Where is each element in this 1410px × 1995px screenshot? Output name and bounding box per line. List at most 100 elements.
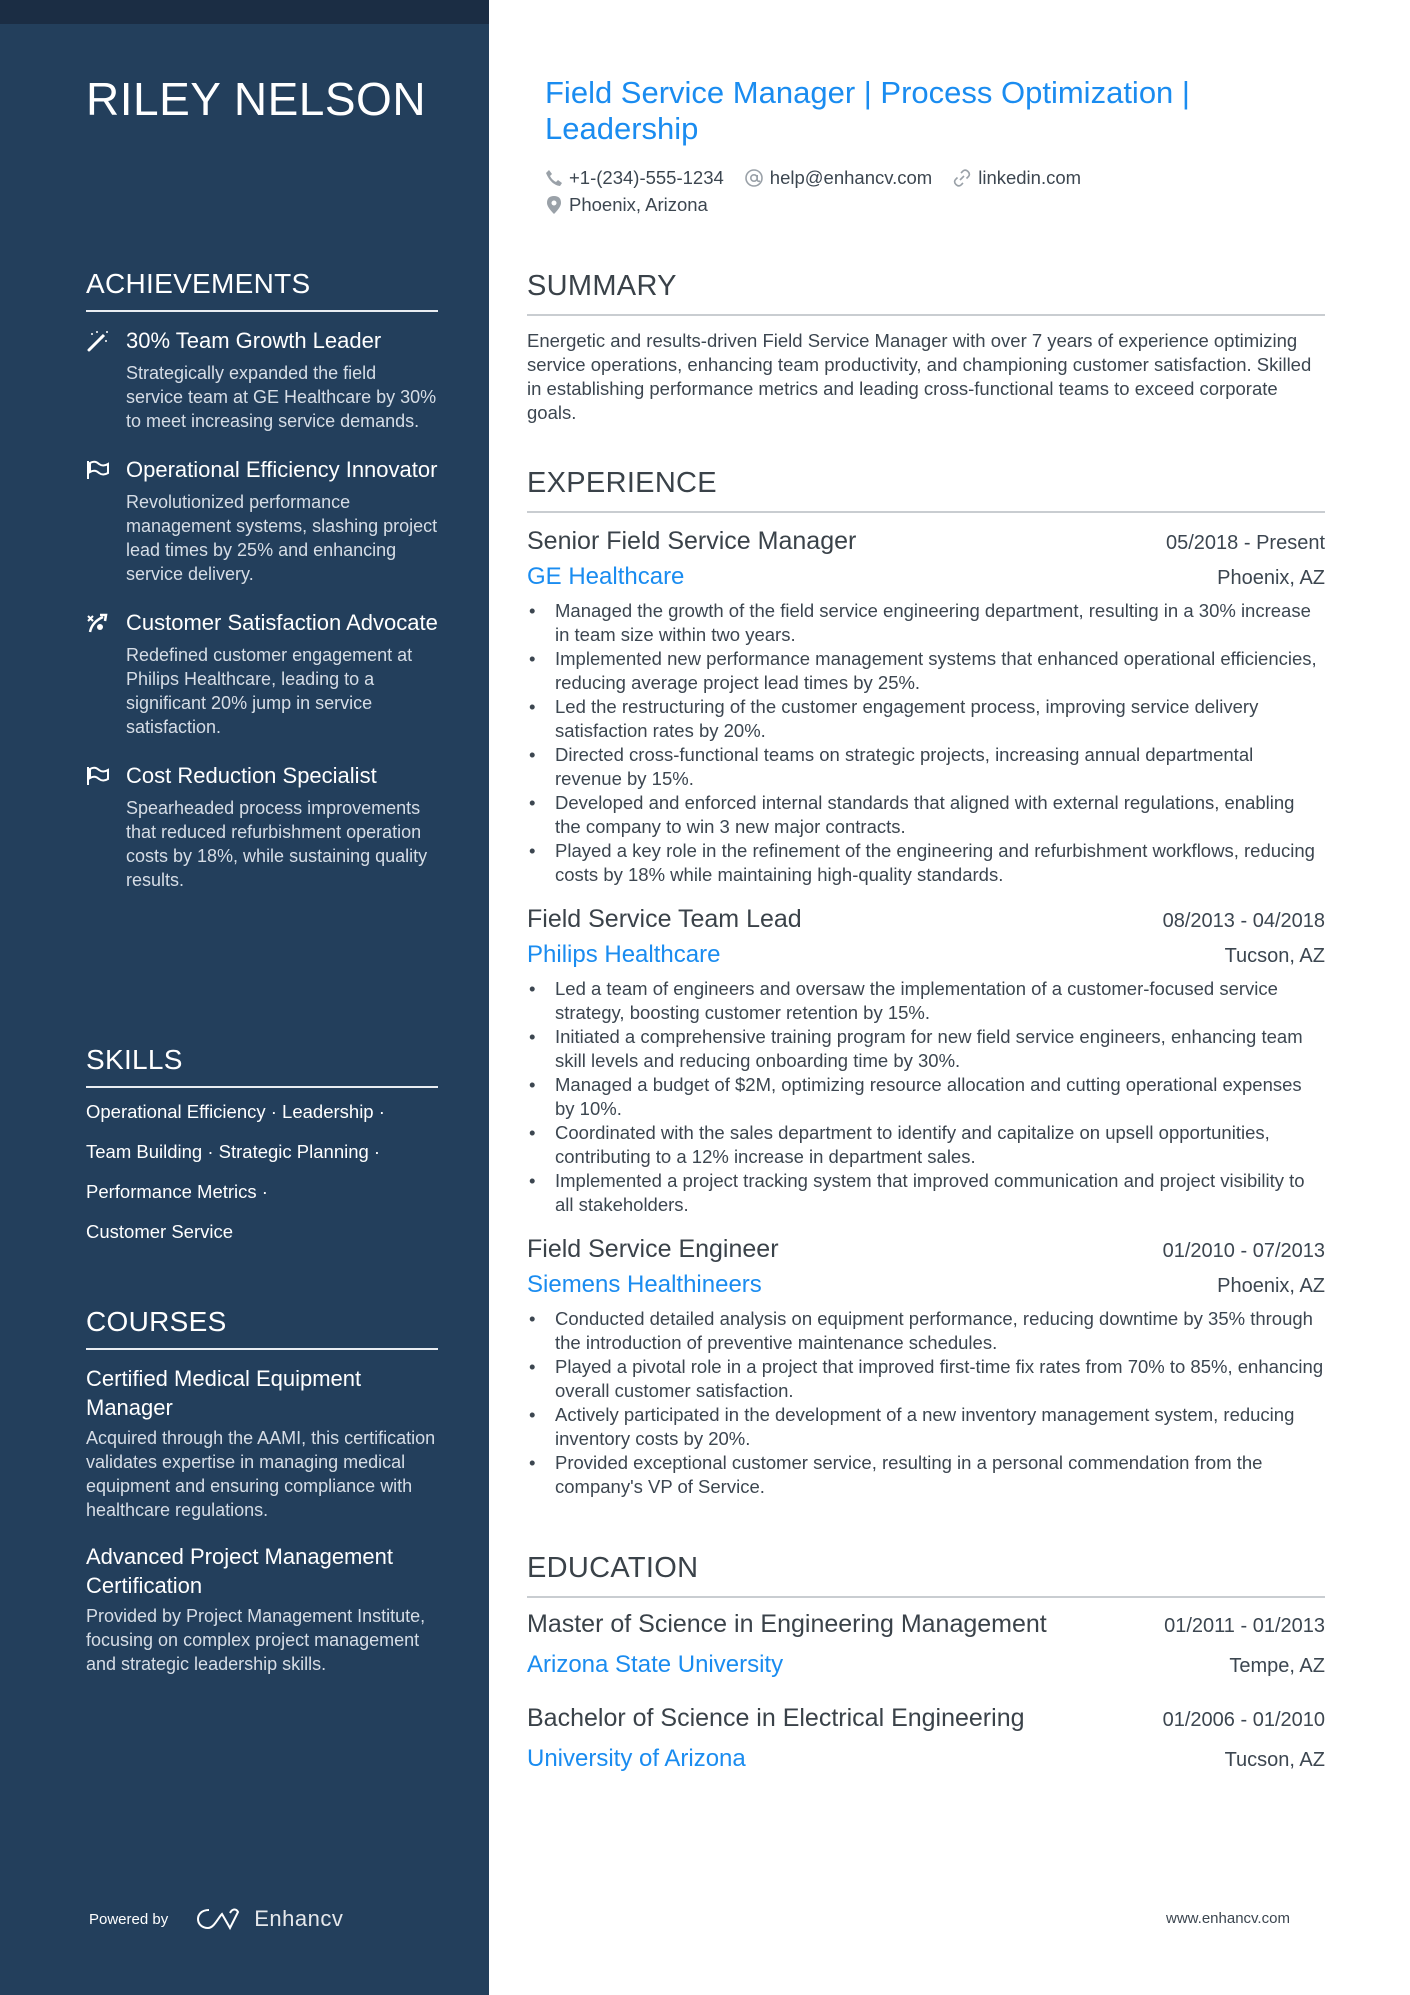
degree: Master of Science in Engineering Managem… [527, 1610, 1047, 1638]
enhancv-brand-name: Enhancv [254, 1906, 344, 1931]
job-entry: Field Service Engineer 01/2010 - 07/2013… [527, 1231, 1325, 1499]
job-company: Siemens Healthineers [527, 1271, 762, 1298]
sidebar: RILEY NELSON ACHIEVEMENTS 30% Team Growt… [0, 0, 489, 1995]
job-bullet: Conducted detailed analysis on equipment… [527, 1307, 1325, 1355]
contact-link[interactable]: linkedin.com [952, 167, 1081, 189]
course-title: Certified Medical Equipment Manager [86, 1366, 362, 1420]
skills-line: Operational Efficiency · Leadership · [86, 1101, 385, 1122]
education-entry: Master of Science in Engineering Managem… [527, 1606, 1325, 1686]
job-bullet: Initiated a comprehensive training progr… [527, 1025, 1325, 1073]
linkedin-link[interactable]: linkedin.com [978, 167, 1081, 189]
achievements-heading: ACHIEVEMENTS [86, 268, 438, 312]
course-item: Certified Medical Equipment Manager Acqu… [86, 1364, 438, 1522]
achievements-section: ACHIEVEMENTS 30% Team Growth Leader Stra… [86, 268, 438, 892]
contact-location: Phoenix, Arizona [545, 194, 708, 216]
contact-info: +1-(234)-555-1234 help@enhancv.com linke… [545, 164, 1305, 218]
skills-line: Performance Metrics · [86, 1181, 268, 1202]
location-pin-icon [547, 195, 561, 214]
contact-phone: +1-(234)-555-1234 [545, 167, 724, 189]
job-bullet: Provided exceptional customer service, r… [527, 1451, 1325, 1499]
powered-by-label: Powered by [89, 1910, 169, 1928]
education-dates: 01/2011 - 01/2013 [1164, 1615, 1325, 1637]
job-company: GE Healthcare [527, 563, 685, 590]
phone-icon [546, 169, 562, 186]
job-bullet: Implemented new performance management s… [527, 647, 1325, 695]
job-title: Field Service Engineer [527, 1235, 779, 1263]
job-location: Tucson, AZ [1224, 945, 1325, 967]
magic-wand-icon [86, 330, 110, 352]
skills-heading: SKILLS [86, 1044, 438, 1088]
job-entry: Senior Field Service Manager 05/2018 - P… [527, 523, 1325, 887]
education-section: EDUCATION Master of Science in Engineeri… [527, 1552, 1325, 1780]
job-bullet: Managed a budget of $2M, optimizing reso… [527, 1073, 1325, 1121]
job-bullet: Coordinated with the sales department to… [527, 1121, 1325, 1169]
job-dates: 05/2018 - Present [1166, 532, 1325, 554]
achievement-title: Cost Reduction Specialist [126, 763, 377, 788]
summary-text: Energetic and results-driven Field Servi… [527, 330, 1312, 423]
job-bullet: Developed and enforced internal standard… [527, 791, 1325, 839]
skills-line: Customer Service [86, 1221, 234, 1242]
experience-heading: EXPERIENCE [527, 467, 1325, 513]
achievement-description: Revolutionized performance management sy… [126, 492, 438, 584]
course-item: Advanced Project Management Certificatio… [86, 1542, 438, 1676]
education-location: Tempe, AZ [1229, 1655, 1325, 1677]
phone-number: +1-(234)-555-1234 [569, 166, 724, 188]
achievement-item: 30% Team Growth Leader Strategically exp… [86, 326, 438, 433]
strategy-icon [86, 612, 110, 634]
education-location: Tucson, AZ [1224, 1749, 1325, 1771]
powered-by: Powered by Enhancv [89, 1906, 343, 1932]
summary-section: SUMMARY Energetic and results-driven Fie… [527, 270, 1325, 425]
course-title: Advanced Project Management Certificatio… [86, 1544, 393, 1598]
location: Phoenix, Arizona [569, 193, 708, 215]
skills-line: Team Building · Strategic Planning · [86, 1141, 381, 1162]
enhancv-logo-icon [197, 1908, 240, 1931]
course-description: Provided by Project Management Institute… [86, 1606, 426, 1674]
education-dates: 01/2006 - 01/2010 [1162, 1709, 1325, 1731]
skills-section: SKILLS Operational Efficiency · Leadersh… [86, 1044, 438, 1252]
job-company: Philips Healthcare [527, 941, 721, 968]
achievement-item: Cost Reduction Specialist Spearheaded pr… [86, 761, 438, 892]
school: Arizona State University [527, 1651, 784, 1678]
link-icon [954, 168, 971, 187]
courses-section: COURSES Certified Medical Equipment Mana… [86, 1306, 438, 1676]
course-description: Acquired through the AAMI, this certific… [86, 1428, 436, 1520]
job-bullets: Managed the growth of the field service … [527, 599, 1325, 887]
job-bullet: Played a key role in the refinement of t… [527, 839, 1325, 887]
footer-url[interactable]: www.enhancv.com [1166, 1910, 1290, 1927]
achievement-description: Strategically expanded the field service… [126, 363, 437, 431]
job-bullet: Played a pivotal role in a project that … [527, 1355, 1325, 1403]
degree: Bachelor of Science in Electrical Engine… [527, 1704, 1025, 1732]
job-entry: Field Service Team Lead 08/2013 - 04/201… [527, 901, 1325, 1217]
courses-heading: COURSES [86, 1306, 438, 1350]
job-dates: 01/2010 - 07/2013 [1162, 1240, 1325, 1262]
job-title: Field Service Team Lead [527, 905, 802, 933]
candidate-name: RILEY NELSON [86, 73, 427, 125]
job-bullet: Directed cross-functional teams on strat… [527, 743, 1325, 791]
job-bullets: Conducted detailed analysis on equipment… [527, 1307, 1325, 1499]
flag-icon [86, 765, 110, 787]
summary-heading: SUMMARY [527, 270, 1325, 316]
job-bullet: Actively participated in the development… [527, 1403, 1325, 1451]
school: University of Arizona [527, 1745, 746, 1772]
sidebar-top-band [0, 0, 489, 24]
job-bullets: Led a team of engineers and oversaw the … [527, 977, 1325, 1217]
achievement-title: Operational Efficiency Innovator [126, 457, 438, 482]
job-dates: 08/2013 - 04/2018 [1162, 910, 1325, 932]
achievement-title: Customer Satisfaction Advocate [126, 610, 438, 635]
job-title: Senior Field Service Manager [527, 527, 857, 555]
education-heading: EDUCATION [527, 1552, 1325, 1598]
achievement-item: Operational Efficiency Innovator Revolut… [86, 455, 438, 586]
job-bullet: Led a team of engineers and oversaw the … [527, 977, 1325, 1025]
job-bullet: Led the restructuring of the customer en… [527, 695, 1325, 743]
achievement-title: 30% Team Growth Leader [126, 328, 382, 353]
enhancv-logo[interactable]: Enhancv [196, 1906, 343, 1932]
achievement-description: Redefined customer engagement at Philips… [126, 645, 413, 737]
job-bullet: Implemented a project tracking system th… [527, 1169, 1325, 1217]
flag-icon [86, 459, 110, 481]
job-location: Phoenix, AZ [1217, 567, 1325, 589]
achievement-description: Spearheaded process improvements that re… [126, 798, 428, 890]
job-location: Phoenix, AZ [1217, 1275, 1325, 1297]
at-icon [744, 168, 763, 187]
contact-email[interactable]: help@enhancv.com [744, 167, 932, 189]
email-address[interactable]: help@enhancv.com [770, 167, 932, 189]
